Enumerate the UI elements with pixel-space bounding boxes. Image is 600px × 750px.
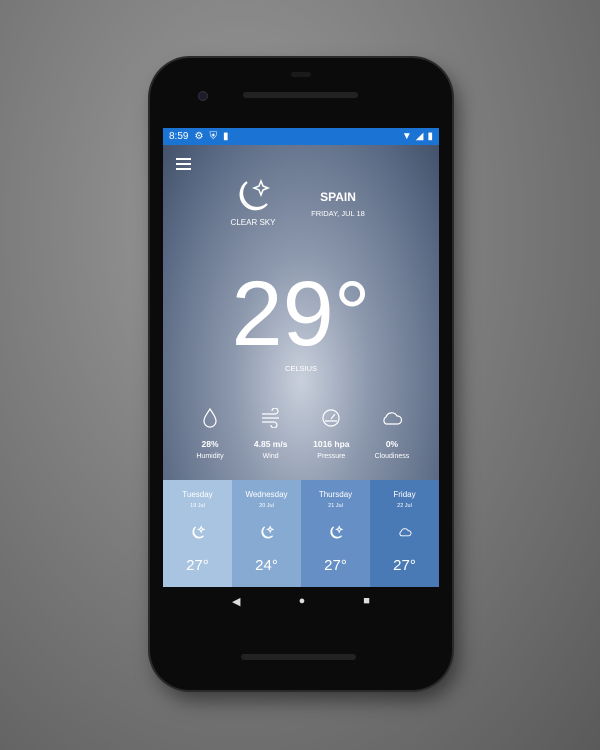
app-screen: 8:59 ⚙ ⛨ ▮ ▼ ◢ ▮ CLEAR SKY SPAIN FRIDAY,… [163, 128, 439, 587]
home-button[interactable]: ● [299, 595, 306, 607]
droplet-icon [203, 407, 217, 428]
temperature-unit: CELSIUS [284, 364, 318, 373]
moon-star-icon [191, 525, 205, 539]
wifi-icon: ▼ [401, 131, 412, 142]
moon-star-icon [239, 178, 271, 211]
signal-icon: ◢ [415, 131, 424, 142]
front-camera [198, 91, 208, 101]
forecast-day[interactable]: Thursday 21 Jul 27° [301, 480, 370, 587]
sd-card-icon: ▮ [222, 131, 229, 142]
cloud-icon [398, 528, 411, 537]
status-time: 8:59 [169, 131, 189, 142]
gear-icon: ⚙ [194, 131, 204, 142]
status-bar: 8:59 ⚙ ⛨ ▮ ▼ ◢ ▮ [163, 128, 439, 145]
forecast-day[interactable]: Tuesday 19 Jul 27° [163, 480, 232, 587]
weather-stats: 28% Humidity 4.85 m/s Wind 1016 hpa Pres… [180, 407, 422, 460]
phone-frame: 8:59 ⚙ ⛨ ▮ ▼ ◢ ▮ CLEAR SKY SPAIN FRIDAY,… [150, 58, 452, 690]
moon-star-icon [329, 525, 343, 539]
current-temperature: 29° [231, 263, 371, 365]
earpiece-slot [291, 72, 311, 77]
stat-pressure: 1016 hpa Pressure [301, 408, 361, 460]
stat-humidity: 28% Humidity [180, 407, 240, 460]
forecast-day[interactable]: Friday 22 Jul 27° [370, 480, 439, 587]
navigation-bar: ◀ ● ■ [163, 587, 439, 615]
location-block: SPAIN FRIDAY, JUL 18 [303, 190, 373, 218]
bottom-speaker [241, 654, 356, 660]
top-speaker [243, 92, 358, 98]
forecast-list: Tuesday 19 Jul 27° Wednesday 20 Jul 24° … [163, 480, 439, 587]
current-date: FRIDAY, JUL 18 [311, 209, 365, 218]
recents-button[interactable]: ■ [363, 595, 370, 607]
forecast-day[interactable]: Wednesday 20 Jul 24° [232, 480, 301, 587]
moon-star-icon [260, 525, 274, 539]
battery-icon: ▮ [427, 131, 433, 142]
shield-icon: ⛨ [209, 131, 217, 142]
condition-label: CLEAR SKY [230, 218, 276, 227]
stat-wind: 4.85 m/s Wind [241, 407, 301, 460]
wind-icon [261, 407, 279, 429]
menu-button[interactable] [176, 158, 191, 173]
back-button[interactable]: ◀ [232, 595, 240, 608]
cloud-icon [383, 412, 403, 425]
stat-cloudiness: 0% Cloudiness [362, 408, 422, 460]
gauge-icon [322, 409, 340, 427]
location-name: SPAIN [320, 190, 356, 204]
current-condition: CLEAR SKY [223, 178, 283, 227]
